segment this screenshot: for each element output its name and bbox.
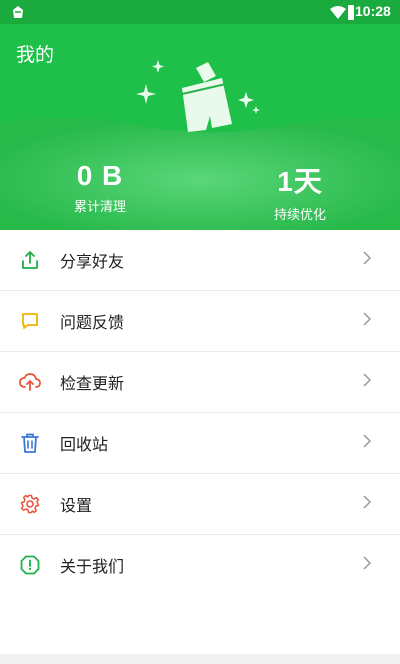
app-notification-icon (10, 4, 26, 24)
menu-item-settings[interactable]: 设置 (0, 474, 400, 535)
chevron-right-icon (362, 250, 372, 270)
stat-total-cleaned: 0 B 累计清理 (20, 160, 180, 215)
trash-icon (19, 432, 41, 454)
menu-item-label: 检查更新 (60, 374, 125, 393)
bottom-navigation-edge (0, 654, 400, 664)
menu-item-label: 问题反馈 (60, 313, 125, 332)
menu-item-label: 关于我们 (60, 557, 125, 576)
stat-label: 持续优化 (273, 208, 326, 223)
menu-item-feedback[interactable]: 问题反馈 (0, 291, 400, 352)
menu-item-label: 回收站 (60, 435, 109, 454)
chevron-right-icon (362, 433, 372, 453)
battery-icon (348, 4, 354, 24)
menu-item-about[interactable]: 关于我们 (0, 535, 400, 595)
info-icon (19, 554, 41, 576)
stat-label: 累计清理 (73, 200, 126, 215)
stat-value: 1天 (277, 166, 323, 197)
wifi-icon (330, 5, 346, 24)
stat-value: 0 B (76, 160, 124, 191)
stat-days-optimized: 1天 持续优化 (220, 160, 380, 223)
menu-item-share[interactable]: 分享好友 (0, 230, 400, 291)
cloud-upload-icon (19, 371, 41, 393)
chevron-right-icon (362, 494, 372, 514)
menu-item-recycle-bin[interactable]: 回收站 (0, 413, 400, 474)
status-bar: 10:28 (0, 0, 400, 24)
feedback-icon (19, 310, 41, 332)
gear-icon (19, 493, 41, 515)
share-icon (19, 249, 41, 271)
chevron-right-icon (362, 372, 372, 392)
chevron-right-icon (362, 311, 372, 331)
menu-item-check-update[interactable]: 检查更新 (0, 352, 400, 413)
profile-header: 我的 0 B 累计清理 1天 持续优化 (0, 24, 400, 230)
clock: 10:28 (355, 3, 391, 19)
menu-item-label: 设置 (60, 496, 93, 515)
chevron-right-icon (362, 555, 372, 575)
settings-menu: 分享好友 问题反馈 检查更新 回收站 设置 关于我们 (0, 230, 400, 654)
page-title: 我的 (16, 44, 55, 66)
broom-icon (136, 54, 266, 138)
menu-item-label: 分享好友 (60, 252, 125, 271)
